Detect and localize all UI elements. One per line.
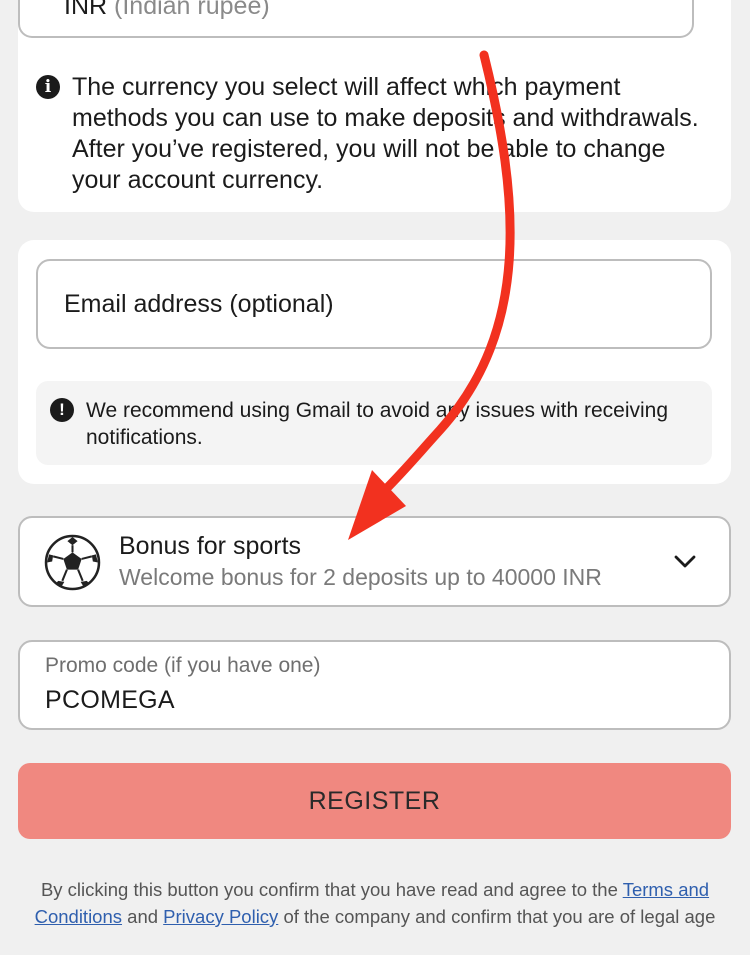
legal-text-1: By clicking this button you confirm that… [40,879,618,900]
currency-select[interactable]: INR (Indian rupee) [18,0,694,38]
promo-code-value[interactable]: PCOMEGA [45,686,175,715]
currency-info-text: The currency you select will affect whic… [72,73,699,194]
register-button[interactable]: REGISTER [18,763,731,839]
gmail-recommendation: ! We recommend using Gmail to avoid any … [36,381,712,465]
bonus-subtitle: Welcome bonus for 2 deposits up to 40000… [119,564,602,590]
bonus-select[interactable]: Bonus for sports Welcome bonus for 2 dep… [18,516,731,607]
chevron-down-icon[interactable] [673,552,697,572]
bonus-title: Bonus for sports [119,532,302,560]
currency-code: INR [64,0,108,20]
currency-info: i The currency you select will affect wh… [36,72,706,196]
legal-text-2: and [127,906,159,927]
gmail-recommendation-text: We recommend using Gmail to avoid any is… [86,399,669,449]
email-field[interactable]: Email address (optional) [36,259,712,349]
exclamation-icon: ! [50,398,74,422]
legal-notice: By clicking this button you confirm that… [14,876,736,930]
currency-value: INR (Indian rupee) [64,0,270,21]
soccer-ball-icon [44,534,101,591]
promo-code-field[interactable]: Promo code (if you have one) PCOMEGA [18,640,731,730]
legal-text-3: of the company and confirm that you are … [283,906,716,927]
privacy-link[interactable]: Privacy Policy [163,906,278,927]
info-icon: i [36,75,60,99]
currency-name: (Indian rupee) [114,0,270,20]
email-placeholder: Email address (optional) [64,289,334,318]
promo-code-label: Promo code (if you have one) [45,654,321,677]
